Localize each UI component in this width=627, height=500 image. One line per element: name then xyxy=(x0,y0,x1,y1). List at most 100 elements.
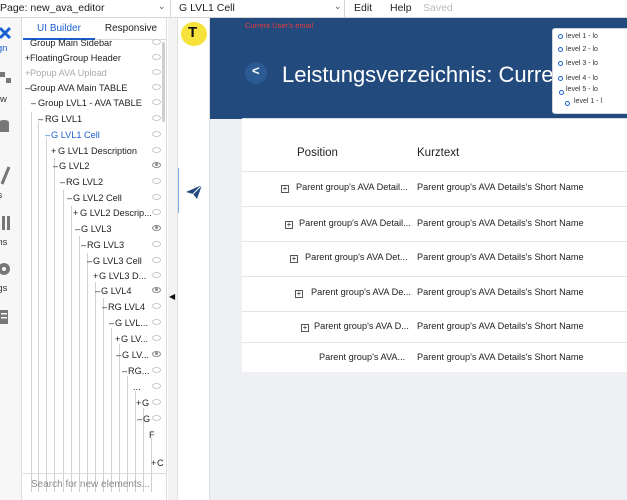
position-cell: Parent group's AVA De... xyxy=(311,287,411,297)
eye-icon[interactable] xyxy=(152,39,161,45)
menu-edit[interactable]: Edit xyxy=(354,2,372,14)
table-row[interactable]: + Parent group's AVA D... Parent group's… xyxy=(242,312,627,342)
tree-item[interactable]: – RG LVL3 xyxy=(23,238,166,253)
expand-icon[interactable]: + xyxy=(281,185,289,193)
page-selector[interactable]: Page: new_ava_editor xyxy=(0,2,105,14)
eye-icon[interactable] xyxy=(152,194,161,200)
level-dropdown[interactable]: level 1 - lo level 2 - lo level 3 - lo l… xyxy=(552,28,627,114)
tree-item[interactable]: + FloatingGroup Header xyxy=(23,51,166,66)
eye-icon[interactable] xyxy=(152,162,161,168)
chevron-down-icon[interactable]: ⌄ xyxy=(334,1,342,12)
table-row[interactable]: + Parent group's AVA Detail... Parent gr… xyxy=(242,172,627,206)
dropdown-item[interactable]: level 5 - lo xyxy=(566,86,598,93)
eye-icon[interactable] xyxy=(152,84,161,90)
tree-item[interactable]: – RG LVL1 xyxy=(23,112,166,127)
rail-item-settings[interactable]: ings xyxy=(0,261,22,294)
eye-icon[interactable] xyxy=(152,319,161,325)
tree-item[interactable]: + G LVL3 D... xyxy=(23,269,166,284)
tree-item[interactable]: – G LVL... xyxy=(23,316,166,331)
element-search-input[interactable]: Search for new elements... xyxy=(23,473,166,495)
eye-icon[interactable] xyxy=(152,415,161,421)
tree-item[interactable]: – Group AVA Main TABLE xyxy=(23,81,166,96)
tree-item[interactable]: – G LVL3 Cell xyxy=(23,254,166,269)
tree-item[interactable]: ... xyxy=(23,380,166,395)
tree-item[interactable]: – G xyxy=(23,412,166,427)
plug-icon xyxy=(2,216,10,230)
plus-icon[interactable]: + xyxy=(93,269,98,284)
rail-item-design[interactable]: sign xyxy=(0,26,22,54)
eye-icon[interactable] xyxy=(152,241,161,247)
eye-icon[interactable] xyxy=(152,383,161,389)
tree-item-selected[interactable]: – G LVL1 Cell xyxy=(23,128,166,143)
expand-icon[interactable]: + xyxy=(285,221,293,229)
rail-item-plugins[interactable]: gins xyxy=(0,214,22,248)
eye-icon[interactable] xyxy=(152,115,161,121)
plus-icon[interactable]: + xyxy=(151,456,156,471)
rail-item-logs[interactable]: gs xyxy=(0,308,22,339)
eye-icon[interactable] xyxy=(152,54,161,60)
plus-icon[interactable]: + xyxy=(115,332,120,347)
dropdown-item[interactable]: level 3 - lo xyxy=(566,60,598,67)
eye-icon[interactable] xyxy=(152,287,161,293)
table-row[interactable]: Parent group's AVA... Parent group's AVA… xyxy=(242,343,627,373)
menu-help[interactable]: Help xyxy=(390,2,412,14)
column-header-kurztext: Kurztext xyxy=(417,147,460,159)
rail-item-workflow[interactable]: flow xyxy=(0,70,22,105)
eye-icon[interactable] xyxy=(152,367,161,373)
tree-item[interactable]: – Group LVL1 - AVA TABLE xyxy=(23,96,166,111)
rail-item-data[interactable]: ta xyxy=(0,118,22,136)
element-selector[interactable]: G LVL1 Cell xyxy=(179,2,235,14)
send-icon[interactable] xyxy=(185,184,203,200)
dropdown-item[interactable]: level 4 - lo xyxy=(566,75,598,82)
eye-icon[interactable] xyxy=(152,225,161,231)
tree-item[interactable]: + G LVL1 Description xyxy=(23,144,166,159)
table-row[interactable]: + Parent group's AVA Detail... Parent gr… xyxy=(242,207,627,241)
table-row[interactable]: + Parent group's AVA De... Parent group'… xyxy=(242,277,627,311)
tree-item[interactable]: + Popup AVA Upload xyxy=(23,66,166,81)
eye-icon[interactable] xyxy=(152,272,161,278)
tree-item[interactable]: – RG LVL2 xyxy=(23,175,166,190)
eye-icon[interactable] xyxy=(152,335,161,341)
tree-item[interactable]: – G LVL4 xyxy=(23,284,166,299)
plus-icon[interactable]: + xyxy=(136,396,141,411)
tree-item[interactable]: + G LVL2 Descrip... xyxy=(23,206,166,221)
dropdown-item[interactable]: level 1 - lo xyxy=(566,33,598,40)
panel-collapse-handle[interactable]: ◀ xyxy=(168,18,178,500)
eye-icon xyxy=(558,47,563,52)
dropdown-item[interactable]: level 2 - lo xyxy=(566,46,598,53)
eye-icon[interactable] xyxy=(152,399,161,405)
eye-icon[interactable] xyxy=(152,99,161,105)
eye-icon[interactable] xyxy=(152,209,161,215)
expand-icon[interactable]: + xyxy=(290,255,298,263)
rail-item-styles[interactable]: les xyxy=(0,166,22,201)
eye-icon[interactable] xyxy=(152,351,161,357)
collapse-arrow-icon[interactable]: ◀ xyxy=(169,292,175,301)
tree-item[interactable]: Group Main Sidebar xyxy=(23,36,166,51)
plus-icon[interactable]: + xyxy=(51,144,56,159)
tree-item[interactable]: – RG... xyxy=(23,364,166,379)
tree-item[interactable]: F xyxy=(23,428,166,443)
expand-icon[interactable]: + xyxy=(295,290,303,298)
tree-item[interactable]: – G LVL2 Cell xyxy=(23,191,166,206)
plus-icon[interactable]: + xyxy=(73,206,78,221)
tree-scrollbar[interactable] xyxy=(162,42,165,122)
tree-item[interactable]: + G xyxy=(23,396,166,411)
tree-item[interactable]: – G LVL3 xyxy=(23,222,166,237)
tree-item[interactable]: – G LV... xyxy=(23,348,166,363)
tree-item[interactable]: + G LV... xyxy=(23,332,166,347)
expand-icon[interactable]: + xyxy=(301,324,309,332)
tree-item[interactable]: + C xyxy=(23,456,166,471)
table-row[interactable]: + Parent group's AVA Det... Parent group… xyxy=(242,242,627,276)
eye-icon[interactable] xyxy=(152,257,161,263)
tree-item[interactable]: – G LVL2 xyxy=(23,159,166,174)
eye-icon[interactable] xyxy=(152,131,161,137)
dropdown-item[interactable]: level 1 - l xyxy=(574,98,602,105)
chevron-down-icon[interactable]: ⌄ xyxy=(158,1,166,12)
eye-icon[interactable] xyxy=(152,303,161,309)
eye-icon[interactable] xyxy=(152,178,161,184)
eye-icon[interactable] xyxy=(152,69,161,75)
rail-label: flow xyxy=(0,94,7,105)
tree-item[interactable]: – RG LVL4 xyxy=(23,300,166,315)
eye-icon[interactable] xyxy=(152,147,161,153)
left-rail: sign flow ta les gins ings gs xyxy=(0,18,22,500)
